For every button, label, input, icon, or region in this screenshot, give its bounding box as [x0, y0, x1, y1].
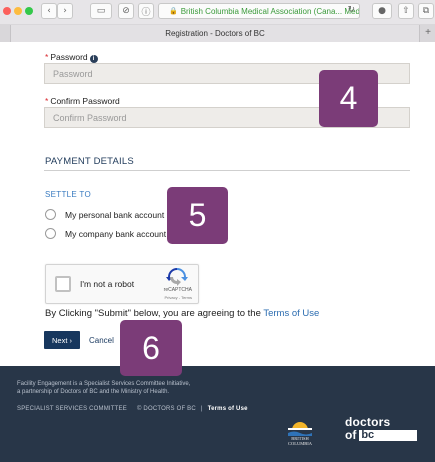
address-text: British Columbia Medical Association (Ca… [180, 6, 360, 16]
recaptcha-widget: I'm not a robot reCAPTCHA Privacy - Term… [45, 264, 199, 304]
page-footer: Facility Engagement is a Specialist Serv… [0, 366, 435, 462]
radio-company-bank[interactable]: My company bank account [45, 228, 166, 239]
share-button[interactable]: ⇧ [398, 3, 414, 19]
footer-links: SPECIALIST SERVICES COMMITTEE © DOCTORS … [17, 406, 248, 412]
sidebar-button[interactable]: ▭ [90, 3, 112, 19]
download-button[interactable]: ● [372, 3, 392, 19]
footer-terms-link[interactable]: Terms of Use [208, 406, 248, 412]
payment-details-heading: PAYMENT DETAILS [45, 156, 134, 167]
recaptcha-privacy-terms[interactable]: Privacy - Terms [165, 295, 192, 300]
step-5-badge: 5 [167, 187, 228, 244]
recaptcha-brand: reCAPTCHA [163, 287, 192, 293]
settle-to-label: SETTLE TO [45, 190, 91, 199]
sun-mountain-icon [288, 422, 312, 436]
recaptcha-label: I'm not a robot [80, 279, 135, 289]
section-divider [44, 170, 410, 171]
radio-label: My company bank account [65, 228, 167, 239]
new-tab-button[interactable]: + [421, 25, 435, 42]
lock-icon: 🔒 [169, 8, 178, 15]
info-icon[interactable]: i [89, 55, 98, 63]
browser-toolbar: ‹ › ▭ ⊘ ⓘ 🔒 British Columbia Medical Ass… [0, 0, 435, 42]
copyright-text: © DOCTORS OF BC [136, 406, 196, 412]
tab-bar: Registration - Doctors of BC + [0, 24, 435, 42]
terms-agreement-text: By Clicking "Submit" below, you are agre… [45, 308, 320, 319]
reload-icon[interactable]: ↻ [347, 5, 355, 15]
zoom-window-button[interactable] [25, 7, 33, 15]
next-button[interactable]: Next › [44, 331, 80, 349]
radio-button[interactable] [45, 228, 56, 239]
step-6-badge: 6 [120, 320, 182, 376]
british-columbia-logo: BRITISH COLUMBIA [284, 414, 316, 450]
footer-description: Facility Engagement is a Specialist Serv… [17, 381, 191, 395]
radio-button[interactable] [45, 209, 56, 220]
footer-separator: | [200, 406, 203, 412]
close-window-button[interactable] [3, 7, 11, 15]
radio-label: My personal bank account [65, 209, 165, 220]
doctors-of-bc-logo: doctors of bc [345, 416, 418, 441]
site-info-button[interactable]: ⓘ [138, 3, 154, 19]
password-label: * Password i [45, 52, 98, 63]
step-4-badge: 4 [319, 70, 378, 127]
recaptcha-icon [166, 268, 188, 286]
minimize-window-button[interactable] [14, 7, 22, 15]
tabs-button[interactable]: ⧉ [418, 3, 434, 19]
terms-of-use-link[interactable]: Terms of Use [263, 308, 319, 319]
back-button[interactable]: ‹ [41, 3, 57, 19]
cancel-button[interactable]: Cancel [89, 331, 114, 349]
radio-personal-bank[interactable]: My personal bank account [45, 209, 164, 220]
tab-registration[interactable]: Registration - Doctors of BC [10, 25, 420, 42]
address-bar[interactable]: 🔒 British Columbia Medical Association (… [158, 3, 360, 19]
extension-button[interactable]: ⊘ [118, 3, 134, 19]
specialist-services-link[interactable]: SPECIALIST SERVICES COMMITTEE [17, 406, 127, 412]
confirm-password-label: * Confirm Password [45, 96, 120, 106]
forward-button[interactable]: › [57, 3, 73, 19]
recaptcha-checkbox[interactable] [55, 276, 71, 292]
